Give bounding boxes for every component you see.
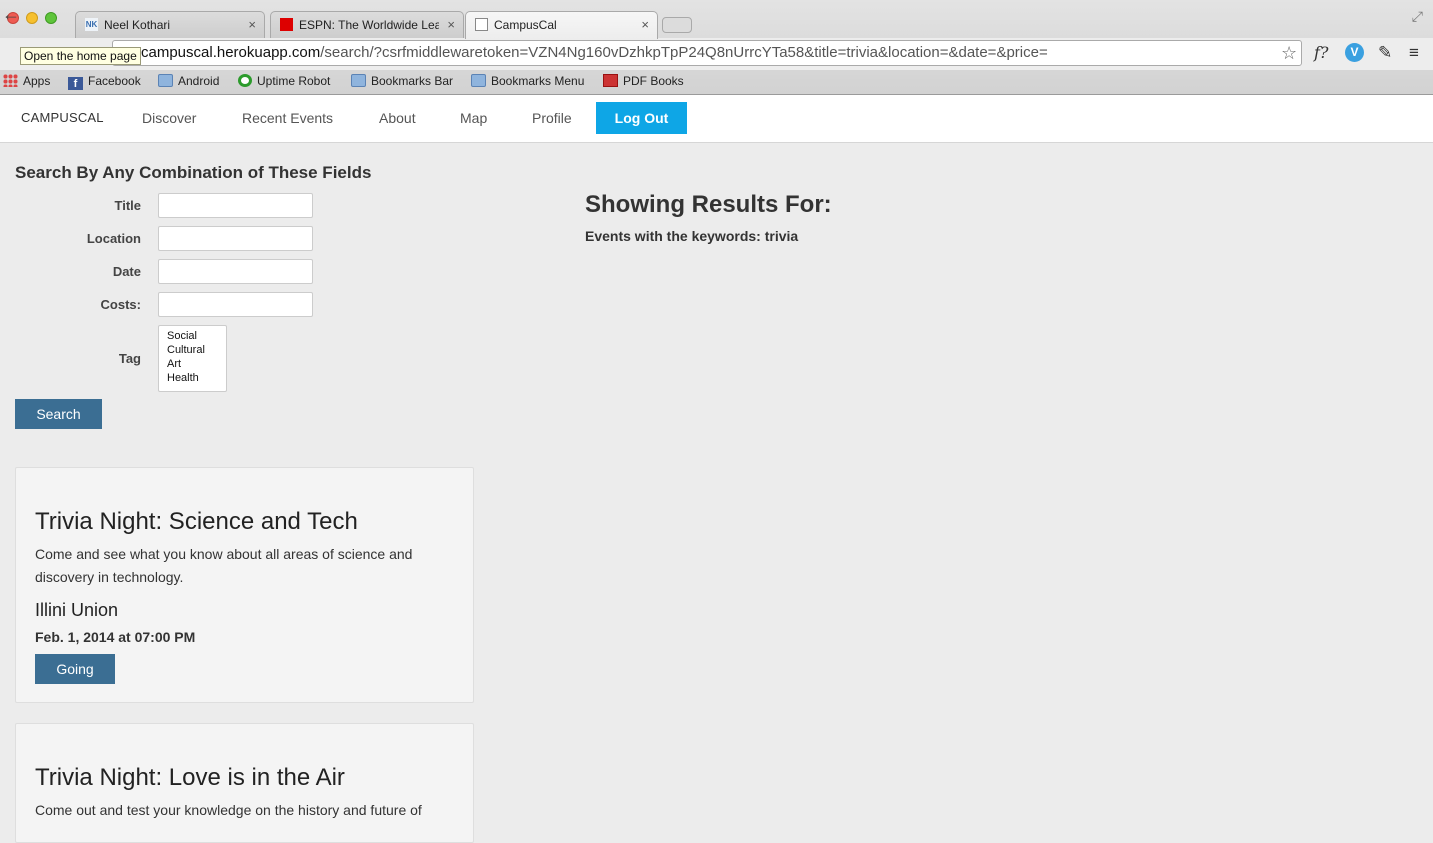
location-input[interactable] (158, 226, 313, 251)
new-tab-button[interactable] (662, 17, 692, 33)
results-keywords: Events with the keywords: trivia (585, 228, 799, 244)
logout-button[interactable]: Log Out (596, 102, 687, 134)
nav-discover[interactable]: Discover (142, 110, 196, 126)
brand-link[interactable]: CAMPUSCAL (21, 110, 104, 125)
title-label: Title (114, 198, 142, 213)
title-input[interactable] (158, 193, 313, 218)
fullscreen-icon[interactable]: ⤢ (1412, 8, 1423, 25)
bookmark-label: Android (178, 74, 220, 88)
bookmarks-bar: Apps f Facebook Android Uptime Robot Book… (0, 70, 1433, 94)
eyedropper-extension-icon[interactable]: ✎ (1378, 43, 1392, 63)
tag-option-health[interactable]: Health (167, 371, 226, 385)
location-label: Location (86, 231, 141, 246)
event-location: Illini Union (35, 600, 119, 620)
bookmark-star-icon[interactable]: ☆ (1281, 43, 1297, 64)
nav-about[interactable]: About (379, 110, 416, 126)
bookmark-label: Apps (23, 74, 51, 88)
tag-option-cultural[interactable]: Cultural (167, 343, 226, 357)
bookmark-bookmarks-bar[interactable]: Bookmarks Bar (351, 74, 453, 88)
going-button[interactable]: Going (35, 654, 115, 684)
tag-option-art[interactable]: Art (167, 357, 226, 371)
browser-chrome: NK Neel Kothari × ESPN: The Worldwide Le… (0, 0, 1433, 95)
folder-icon (471, 74, 486, 87)
tab-title: ESPN: The Worldwide Lead (299, 18, 439, 32)
event-description: Come and see what you know about all are… (35, 546, 413, 585)
tab-espn[interactable]: ESPN: The Worldwide Lead × (270, 11, 464, 38)
pdf-icon (603, 74, 618, 87)
folder-icon (351, 74, 366, 87)
bookmark-android[interactable]: Android (158, 74, 219, 88)
zoom-window-button[interactable] (45, 12, 57, 24)
bookmark-pdf-books[interactable]: PDF Books (603, 74, 684, 88)
home-tooltip: Open the home page (20, 47, 141, 65)
site-navbar: CAMPUSCAL Discover Recent Events About M… (0, 95, 1433, 143)
costs-label: Costs: (100, 297, 141, 312)
bookmark-label: Uptime Robot (257, 74, 331, 88)
bookmark-label: Bookmarks Bar (371, 74, 454, 88)
bookmark-bookmarks-menu[interactable]: Bookmarks Menu (471, 74, 584, 88)
results-title: Showing Results For: (585, 191, 832, 218)
tab-close-icon[interactable]: × (447, 12, 455, 38)
tab-title: CampusCal (494, 18, 557, 32)
search-heading: Search By Any Combination of These Field… (15, 163, 372, 182)
event-date: Feb. 1, 2014 at 07:00 PM (35, 629, 196, 645)
search-button[interactable]: Search (15, 399, 102, 429)
tab-close-icon[interactable]: × (248, 12, 256, 38)
tag-multiselect[interactable]: Social Cultural Art Health (158, 325, 227, 392)
folder-icon (158, 74, 173, 87)
nav-recent-events[interactable]: Recent Events (242, 110, 333, 126)
date-input[interactable] (158, 259, 313, 284)
url-path: /search/?csrfmiddlewaretoken=VZN4Ng160vD… (320, 44, 1048, 61)
espn-favicon-icon (280, 18, 293, 31)
uptime-robot-icon (238, 74, 252, 87)
bookmark-uptime-robot[interactable]: Uptime Robot (238, 74, 330, 88)
bookmark-facebook[interactable]: f Facebook (68, 74, 141, 90)
tab-strip: NK Neel Kothari × ESPN: The Worldwide Le… (0, 0, 1433, 39)
tab-campuscal[interactable]: CampusCal × (465, 11, 658, 39)
apps-grid-icon (3, 74, 18, 87)
nav-profile[interactable]: Profile (532, 110, 572, 126)
font-finder-extension-icon[interactable]: f? (1314, 43, 1329, 62)
minimize-window-button[interactable] (26, 12, 38, 24)
date-label: Date (112, 264, 141, 279)
tab-title: Neel Kothari (104, 18, 171, 32)
event-description: Come out and test your knowledge on the … (35, 802, 422, 818)
back-arrow-icon[interactable]: ← (2, 4, 20, 25)
v-extension-icon[interactable]: V (1345, 43, 1364, 62)
bookmark-label: PDF Books (623, 74, 684, 88)
tag-label: Tag (118, 351, 141, 366)
tag-option-social[interactable]: Social (167, 329, 226, 343)
nk-favicon-icon: NK (85, 18, 98, 31)
bookmark-apps[interactable]: Apps (3, 74, 50, 88)
nav-map[interactable]: Map (460, 110, 487, 126)
chrome-menu-icon[interactable]: ≡ (1409, 43, 1419, 63)
event-title: Trivia Night: Love is in the Air (35, 764, 345, 791)
address-bar[interactable]: campuscal.herokuapp.com/search/?csrfmidd… (112, 40, 1302, 66)
bookmark-label: Facebook (88, 74, 141, 88)
bookmark-label: Bookmarks Menu (491, 74, 585, 88)
costs-input[interactable] (158, 292, 313, 317)
tab-close-icon[interactable]: × (641, 12, 649, 38)
event-card: Trivia Night: Love is in the Air Come ou… (15, 723, 474, 843)
url-host: campuscal.herokuapp.com (141, 44, 321, 61)
facebook-icon: f (68, 77, 83, 90)
event-title: Trivia Night: Science and Tech (35, 508, 358, 535)
tab-neel-kothari[interactable]: NK Neel Kothari × (75, 11, 265, 38)
document-favicon-icon (475, 18, 488, 31)
event-card: Trivia Night: Science and Tech Come and … (15, 467, 474, 703)
